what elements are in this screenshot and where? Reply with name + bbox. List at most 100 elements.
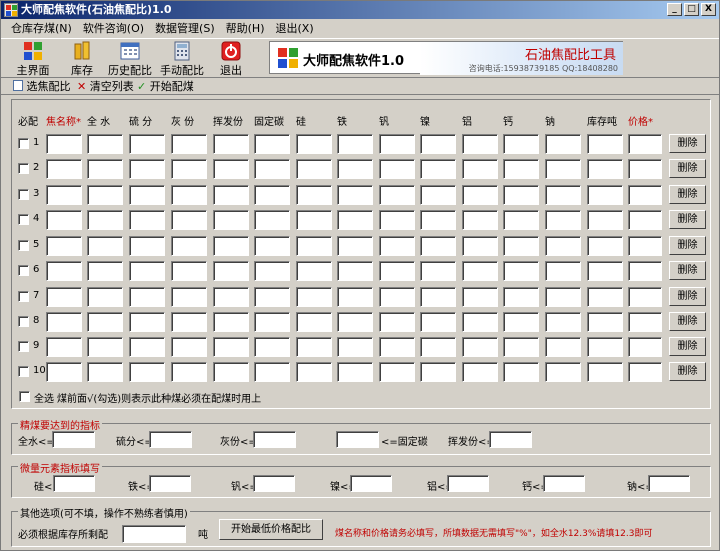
cell-silicon-input[interactable] <box>296 362 332 382</box>
cell-nickel-input[interactable] <box>420 236 456 256</box>
cell-sodium-input[interactable] <box>545 261 581 281</box>
cell-aluminum-input[interactable] <box>462 134 498 154</box>
cell-silicon-input[interactable] <box>296 134 332 154</box>
cell-iron-input[interactable] <box>337 287 373 307</box>
menu-data[interactable]: 数据管理(S) <box>151 20 222 38</box>
cell-carbon-input[interactable] <box>254 261 290 281</box>
cell-stock-input[interactable] <box>587 134 623 154</box>
toolbar-stock-button[interactable]: 库存 <box>67 41 97 77</box>
cell-price-input[interactable] <box>628 287 662 307</box>
title-bar[interactable]: 大师配焦软件(石油焦配比)1.0 _ □ X <box>1 1 719 19</box>
cell-nickel-input[interactable] <box>420 210 456 230</box>
cell-iron-input[interactable] <box>337 159 373 179</box>
cell-water-input[interactable] <box>87 312 123 332</box>
trace-aluminum-input[interactable] <box>447 475 489 492</box>
cell-nickel-input[interactable] <box>420 134 456 154</box>
cell-water-input[interactable] <box>87 210 123 230</box>
cell-water-input[interactable] <box>87 337 123 357</box>
cell-name-input[interactable] <box>46 134 82 154</box>
cell-price-input[interactable] <box>628 210 662 230</box>
delete-row-button[interactable]: 删除 <box>669 236 706 255</box>
target-sulfur-input[interactable] <box>149 431 192 448</box>
cell-ash-input[interactable] <box>171 337 207 357</box>
cell-volatile-input[interactable] <box>213 236 249 256</box>
row-required-checkbox[interactable] <box>18 265 29 276</box>
cell-silicon-input[interactable] <box>296 312 332 332</box>
cell-volatile-input[interactable] <box>213 185 249 205</box>
cell-silicon-input[interactable] <box>296 236 332 256</box>
trace-iron-input[interactable] <box>149 475 191 492</box>
cell-vanadium-input[interactable] <box>379 312 415 332</box>
trace-vanadium-input[interactable] <box>253 475 295 492</box>
cell-aluminum-input[interactable] <box>462 312 498 332</box>
minimize-button[interactable]: _ <box>667 3 682 16</box>
cell-carbon-input[interactable] <box>254 337 290 357</box>
cell-carbon-input[interactable] <box>254 134 290 154</box>
row-required-checkbox[interactable] <box>18 366 29 377</box>
cell-aluminum-input[interactable] <box>462 261 498 281</box>
cell-vanadium-input[interactable] <box>379 337 415 357</box>
cell-vanadium-input[interactable] <box>379 210 415 230</box>
cell-sulfur-input[interactable] <box>129 134 165 154</box>
cell-stock-input[interactable] <box>587 236 623 256</box>
cell-nickel-input[interactable] <box>420 287 456 307</box>
row-required-checkbox[interactable] <box>18 189 29 200</box>
toolbar-history-button[interactable]: 历史配比 <box>107 41 153 77</box>
maximize-button[interactable]: □ <box>684 3 699 16</box>
cell-volatile-input[interactable] <box>213 210 249 230</box>
trace-calcium-input[interactable] <box>543 475 585 492</box>
cell-aluminum-input[interactable] <box>462 362 498 382</box>
delete-row-button[interactable]: 删除 <box>669 362 706 381</box>
cell-name-input[interactable] <box>46 312 82 332</box>
cell-aluminum-input[interactable] <box>462 287 498 307</box>
cell-silicon-input[interactable] <box>296 185 332 205</box>
cell-sulfur-input[interactable] <box>129 337 165 357</box>
target-ash-input[interactable] <box>253 431 296 448</box>
cell-carbon-input[interactable] <box>254 287 290 307</box>
cell-volatile-input[interactable] <box>213 134 249 154</box>
cell-calcium-input[interactable] <box>503 134 539 154</box>
cell-vanadium-input[interactable] <box>379 261 415 281</box>
target-water-input[interactable] <box>52 431 95 448</box>
trace-sodium-input[interactable] <box>648 475 690 492</box>
cell-aluminum-input[interactable] <box>462 236 498 256</box>
menu-consult[interactable]: 软件咨询(O) <box>79 20 151 38</box>
cell-aluminum-input[interactable] <box>462 337 498 357</box>
row-required-checkbox[interactable] <box>18 316 29 327</box>
cell-silicon-input[interactable] <box>296 159 332 179</box>
cell-name-input[interactable] <box>46 185 82 205</box>
cell-stock-input[interactable] <box>587 362 623 382</box>
cell-water-input[interactable] <box>87 185 123 205</box>
cell-water-input[interactable] <box>87 236 123 256</box>
delete-row-button[interactable]: 删除 <box>669 185 706 204</box>
cell-name-input[interactable] <box>46 210 82 230</box>
cell-sulfur-input[interactable] <box>129 362 165 382</box>
select-all-checkbox[interactable] <box>19 391 30 402</box>
cell-name-input[interactable] <box>46 287 82 307</box>
cell-name-input[interactable] <box>46 337 82 357</box>
cell-iron-input[interactable] <box>337 362 373 382</box>
cell-silicon-input[interactable] <box>296 261 332 281</box>
cell-sulfur-input[interactable] <box>129 287 165 307</box>
cell-volatile-input[interactable] <box>213 159 249 179</box>
cell-name-input[interactable] <box>46 159 82 179</box>
lowest-price-blend-button[interactable]: 开始最低价格配比 <box>219 519 323 540</box>
stock-limit-input[interactable] <box>122 525 186 543</box>
cell-name-input[interactable] <box>46 362 82 382</box>
cell-calcium-input[interactable] <box>503 362 539 382</box>
cell-ash-input[interactable] <box>171 362 207 382</box>
cell-ash-input[interactable] <box>171 312 207 332</box>
cell-nickel-input[interactable] <box>420 261 456 281</box>
cell-stock-input[interactable] <box>587 185 623 205</box>
delete-row-button[interactable]: 删除 <box>669 210 706 229</box>
cell-calcium-input[interactable] <box>503 210 539 230</box>
cell-name-input[interactable] <box>46 261 82 281</box>
cell-ash-input[interactable] <box>171 261 207 281</box>
cell-iron-input[interactable] <box>337 312 373 332</box>
cell-nickel-input[interactable] <box>420 362 456 382</box>
cell-calcium-input[interactable] <box>503 159 539 179</box>
cell-sulfur-input[interactable] <box>129 312 165 332</box>
cell-water-input[interactable] <box>87 159 123 179</box>
cell-aluminum-input[interactable] <box>462 185 498 205</box>
cell-nickel-input[interactable] <box>420 312 456 332</box>
